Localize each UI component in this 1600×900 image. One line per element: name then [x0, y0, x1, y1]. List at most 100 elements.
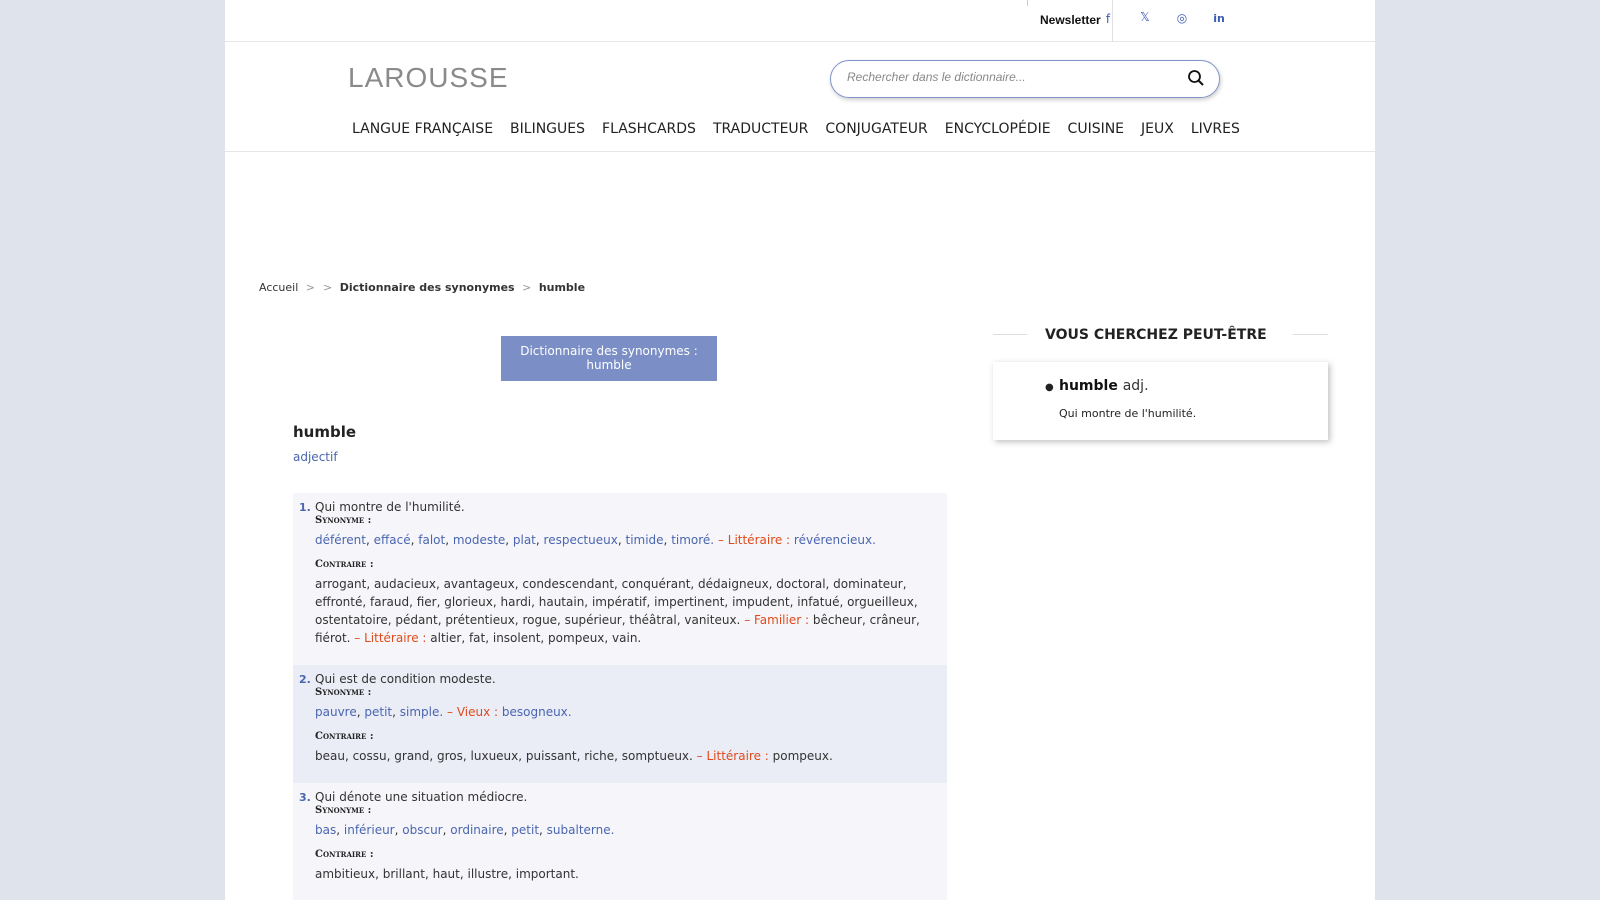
breadcrumb-separator: >: [305, 281, 315, 294]
breadcrumb-home[interactable]: Accueil: [259, 281, 298, 294]
synonym-link[interactable]: révérencieux.: [794, 533, 876, 547]
divider: [1027, 0, 1028, 6]
word-text: altier, fat, insolent, pompeux, vain.: [430, 631, 642, 645]
suggestion-card: ● humble adj. Qui montre de l'humilité.: [993, 362, 1328, 440]
nav-bilingues[interactable]: BILINGUES: [510, 121, 585, 137]
breadcrumb-current: humble: [538, 281, 586, 294]
word-text: ,: [445, 533, 453, 547]
breadcrumb-section[interactable]: Dictionnaire des synonymes: [340, 281, 515, 294]
sense-block: 1. Qui montre de l'humilité. Synonyme : …: [293, 493, 947, 665]
synonym-link[interactable]: plat: [513, 533, 536, 547]
newsletter-link[interactable]: Newsletter: [1040, 13, 1101, 27]
nav-flashcards[interactable]: FLASHCARDS: [602, 121, 696, 137]
search-input[interactable]: [847, 70, 1167, 84]
synonym-link[interactable]: modeste: [453, 533, 505, 547]
sense-block: 2. Qui est de condition modeste. Synonym…: [293, 665, 947, 783]
sense-definition: Qui est de condition modeste.: [315, 672, 496, 686]
main-nav: LANGUE FRANÇAISE BILINGUES FLASHCARDS TR…: [352, 121, 1257, 137]
bullet-icon: ●: [1045, 382, 1054, 393]
contrary-label: Contraire :: [315, 559, 374, 570]
nav-langue-francaise[interactable]: LANGUE FRANÇAISE: [352, 121, 493, 137]
search-icon[interactable]: [1187, 69, 1205, 87]
word-text: ,: [535, 533, 544, 547]
synonym-label: Synonyme :: [315, 515, 372, 526]
entry-headword: humble: [293, 423, 357, 441]
suggestion-link[interactable]: humble adj.: [1059, 378, 1149, 394]
contrary-list: ambitieux, brillant, haut, illustre, imp…: [315, 865, 925, 883]
suggestion-definition: Qui montre de l'humilité.: [1059, 407, 1197, 420]
instagram-icon[interactable]: ◎: [1174, 11, 1190, 25]
nav-cuisine[interactable]: CUISINE: [1068, 121, 1125, 137]
synonym-link[interactable]: petit: [511, 823, 539, 837]
synonym-list: bas, inférieur, obscur, ordinaire, petit…: [315, 821, 925, 839]
synonym-link[interactable]: simple.: [400, 705, 443, 719]
page: Newsletter f 𝕏 ◎ in LAROUSSE LANGUE FRAN…: [225, 0, 1375, 900]
facebook-icon[interactable]: f: [1100, 12, 1116, 26]
synonym-label: Synonyme :: [315, 805, 372, 816]
synonym-link[interactable]: subalterne.: [547, 823, 615, 837]
breadcrumb-separator: >: [522, 281, 532, 294]
synonym-link[interactable]: falot: [418, 533, 445, 547]
breadcrumb-separator: >: [323, 281, 333, 294]
linkedin-icon[interactable]: in: [1211, 12, 1227, 25]
word-text: ambitieux, brillant, haut, illustre, imp…: [315, 867, 579, 881]
suggestion-pos: adj.: [1122, 378, 1149, 394]
register-label: – Littéraire :: [350, 631, 431, 645]
sidebar-heading: VOUS CHERCHEZ PEUT-ÊTRE: [1045, 327, 1267, 343]
sense-number: 1.: [299, 501, 311, 514]
synonym-link[interactable]: ordinaire: [450, 823, 503, 837]
page-title-box: Dictionnaire des synonymes : humble: [501, 336, 717, 381]
word-text: ,: [505, 533, 513, 547]
register-label: – Vieux :: [443, 705, 502, 719]
register-label: – Familier :: [740, 613, 813, 627]
contrary-label: Contraire :: [315, 849, 374, 860]
synonym-link[interactable]: respectueux: [544, 533, 618, 547]
sense-number: 2.: [299, 673, 311, 686]
sense-definition: Qui dénote une situation médiocre.: [315, 790, 528, 804]
word-text: ,: [336, 823, 344, 837]
word-text: ,: [539, 823, 547, 837]
suggestion-word[interactable]: humble: [1059, 378, 1118, 394]
synonym-link[interactable]: timide: [625, 533, 663, 547]
synonym-link[interactable]: déférent: [315, 533, 366, 547]
entry-part-of-speech: adjectif: [293, 450, 338, 464]
divider: [1293, 334, 1328, 335]
top-bar: Newsletter f 𝕏 ◎ in: [225, 0, 1375, 42]
synonym-list: pauvre, petit, simple. – Vieux : besogne…: [315, 703, 925, 721]
larousse-logo[interactable]: LAROUSSE: [348, 62, 509, 94]
page-title: Dictionnaire des synonymes :: [520, 344, 698, 358]
synonym-link[interactable]: effacé: [374, 533, 411, 547]
synonym-label: Synonyme :: [315, 687, 372, 698]
sense-block: 3. Qui dénote une situation médiocre. Sy…: [293, 783, 947, 900]
breadcrumb: Accueil > > Dictionnaire des synonymes > …: [259, 281, 585, 294]
synonym-link[interactable]: bas: [315, 823, 336, 837]
contrary-list: beau, cossu, grand, gros, luxueux, puiss…: [315, 747, 925, 765]
nav-traducteur[interactable]: TRADUCTEUR: [713, 121, 808, 137]
nav-jeux[interactable]: JEUX: [1141, 121, 1174, 137]
word-text: beau, cossu, grand, gros, luxueux, puiss…: [315, 749, 693, 763]
synonym-link[interactable]: pauvre: [315, 705, 357, 719]
nav-livres[interactable]: LIVRES: [1191, 121, 1240, 137]
search-box: [830, 60, 1220, 98]
synonym-list: déférent, effacé, falot, modeste, plat, …: [315, 531, 925, 549]
synonym-link[interactable]: obscur: [402, 823, 442, 837]
register-label: – Littéraire :: [692, 749, 773, 763]
sense-definition: Qui montre de l'humilité.: [315, 500, 465, 514]
divider: [993, 334, 1027, 335]
x-icon[interactable]: 𝕏: [1137, 10, 1153, 24]
synonym-link[interactable]: petit: [364, 705, 392, 719]
nav-encyclopedie[interactable]: ENCYCLOPÉDIE: [945, 121, 1051, 137]
page-title-word: humble: [586, 358, 632, 372]
word-text: ,: [392, 705, 400, 719]
site-header: LAROUSSE LANGUE FRANÇAISE BILINGUES FLAS…: [225, 42, 1375, 152]
word-text: pompeux.: [772, 749, 833, 763]
synonym-link[interactable]: besogneux.: [502, 705, 572, 719]
nav-conjugateur[interactable]: CONJUGATEUR: [825, 121, 927, 137]
contrary-label: Contraire :: [315, 731, 374, 742]
synonym-link[interactable]: timoré.: [671, 533, 714, 547]
synonym-link[interactable]: inférieur: [344, 823, 395, 837]
contrary-list: arrogant, audacieux, avantageux, condesc…: [315, 575, 925, 647]
register-label: – Littéraire :: [714, 533, 794, 547]
word-text: ,: [365, 533, 374, 547]
sense-number: 3.: [299, 791, 311, 804]
